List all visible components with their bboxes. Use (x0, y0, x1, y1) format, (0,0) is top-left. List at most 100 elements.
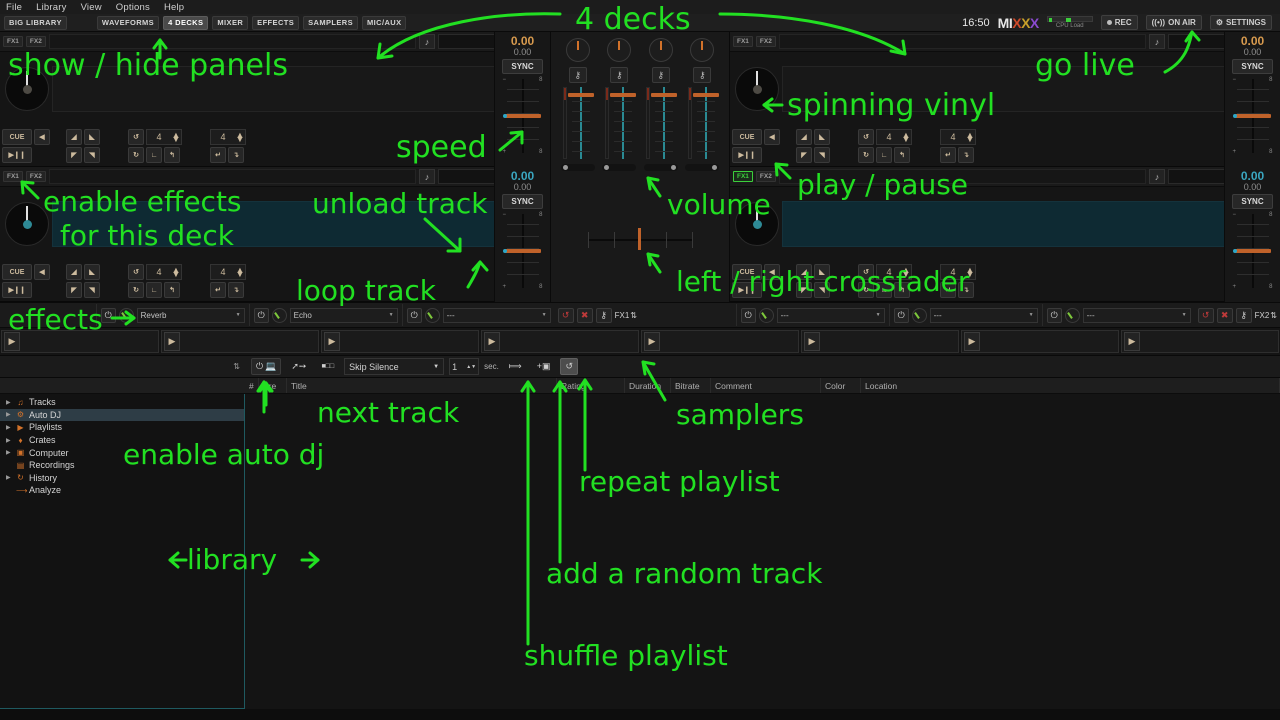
deck-3-outro-start-button[interactable]: ◤ (66, 282, 82, 298)
deck-4-reverse-button[interactable]: ◀ (764, 264, 780, 280)
fx1-slot-1-select[interactable]: Reverb ▼ (136, 307, 245, 323)
deck-4-outro-end-button[interactable]: ◥ (814, 282, 830, 298)
fx1-slot-2-select[interactable]: Echo ▼ (289, 307, 398, 323)
deck-4-waveform[interactable] (782, 201, 1229, 247)
sampler-1-play-icon[interactable]: ▶ (4, 332, 20, 351)
menu-item-library[interactable]: Library (36, 2, 66, 13)
deck-2-intro-start-button[interactable]: ◢ (796, 129, 812, 145)
column-header-rating[interactable]: Rating (557, 378, 625, 393)
deck-4-beatjump-stepper[interactable]: ▲ ▼ (965, 266, 975, 279)
deck-1-play-pause-button[interactable]: ▶❙❙ (2, 147, 32, 163)
sidebar-item-playlists[interactable]: ▶ ▶ Playlists (0, 421, 244, 434)
sampler-3-play-icon[interactable]: ▶ (324, 332, 340, 351)
deck-3-loop-out-button[interactable]: ∟ (146, 282, 162, 298)
deck-4-beatjump-fwd-button[interactable]: ↴ (958, 282, 974, 298)
menu-item-help[interactable]: Help (164, 2, 184, 13)
sampler-3[interactable]: ▶ (321, 330, 479, 353)
channel-4-volume-handle[interactable] (692, 93, 719, 97)
deck-4-loop-track-button[interactable]: ↺ (858, 264, 874, 280)
sampler-5-play-icon[interactable]: ▶ (644, 332, 660, 351)
sort-toggle-icon[interactable]: ⇅ (233, 362, 240, 371)
deck-3-fx2-button[interactable]: FX2 (25, 171, 46, 182)
deck-3-beatjump-size[interactable]: 4 ▲ ▼ (210, 264, 246, 280)
samplers-toggle[interactable]: SAMPLERS (303, 15, 359, 30)
deck-2-sync-button[interactable]: SYNC (1232, 59, 1273, 74)
deck-3-sync-button[interactable]: SYNC (502, 194, 543, 209)
deck-1-beatjump-stepper[interactable]: ▲ ▼ (235, 131, 245, 144)
channel-2-pan-slider[interactable] (602, 164, 637, 171)
column-header-duration[interactable]: Duration (625, 378, 671, 393)
sidebar-item-computer[interactable]: ▶ ▣ Computer (0, 446, 244, 459)
deck-4-fx1-button[interactable]: FX1 (733, 171, 753, 182)
deck-4-outro-start-button[interactable]: ◤ (796, 282, 812, 298)
big-library-button[interactable]: BIG LIBRARY (4, 15, 67, 30)
deck-4-loop-size[interactable]: 4 ▲ ▼ (876, 264, 912, 280)
channel-1-volume-handle[interactable] (568, 93, 595, 97)
deck-1-speed-fader[interactable]: 8 8 − + (501, 77, 545, 155)
deck-4-loop-in-button[interactable]: ↻ (858, 282, 874, 298)
fx2-slot-1-select[interactable]: --- ▼ (776, 307, 885, 323)
fx2-slot-3-select[interactable]: --- ▼ (1082, 307, 1191, 323)
deck-2-reloop-button[interactable]: ↰ (894, 147, 910, 163)
deck-4-speed-fader[interactable]: 8 8 − + (1231, 212, 1275, 290)
column-header-bitrate[interactable]: Bitrate (671, 378, 711, 393)
sidebar-item-history[interactable]: ▶ ↻ History (0, 472, 244, 485)
fx2-slot-3-knob[interactable] (1064, 307, 1080, 323)
deck-4-spinning-vinyl[interactable] (735, 202, 779, 246)
fx2-slot-1-power-icon[interactable]: ⏻ (740, 307, 756, 323)
fx1-slot-3-power-icon[interactable]: ⏻ (406, 307, 422, 323)
deck-2-loop-track-button[interactable]: ↺ (858, 129, 874, 145)
record-button[interactable]: REC (1100, 15, 1138, 30)
fx2-updown-icon[interactable]: ⇅ (1270, 311, 1277, 320)
channel-1-headphone-button[interactable]: ⚷ (568, 67, 587, 83)
deck-3-loop-in-button[interactable]: ↻ (128, 282, 144, 298)
expand-arrow-icon[interactable]: ▶ (6, 424, 12, 431)
expand-arrow-icon[interactable]: ▶ (6, 474, 12, 481)
fx2-label[interactable]: FX2 ⇅ (1255, 311, 1277, 320)
channel-1-volume-fader[interactable] (568, 87, 595, 159)
four-decks-toggle[interactable]: 4 DECKS (163, 15, 209, 30)
deck-4-loop-size-stepper[interactable]: ▲ ▼ (901, 266, 911, 279)
channel-3-headphone-button[interactable]: ⚷ (651, 67, 670, 83)
fx1-updown-icon[interactable]: ⇅ (630, 311, 637, 320)
deck-3-outro-end-button[interactable]: ◥ (84, 282, 100, 298)
column-header-number[interactable]: # (245, 378, 259, 393)
deck-1-loop-size[interactable]: 4 ▲ ▼ (146, 129, 182, 145)
deck-3-speed-handle[interactable] (502, 249, 541, 253)
deck-2-speed-fader[interactable]: 8 8 − + (1231, 77, 1275, 155)
expand-arrow-icon[interactable]: ▶ (6, 399, 12, 406)
deck-1-sync-button[interactable]: SYNC (502, 59, 543, 74)
deck-1-spinning-vinyl[interactable] (5, 67, 49, 111)
deck-2-loop-size[interactable]: 4 ▲ ▼ (876, 129, 912, 145)
fx2-slot-3-power-icon[interactable]: ⏻ (1046, 307, 1062, 323)
deck-3-play-pause-button[interactable]: ▶❙❙ (2, 282, 32, 298)
deck-1-outro-end-button[interactable]: ◥ (84, 147, 100, 163)
sampler-2-play-icon[interactable]: ▶ (164, 332, 180, 351)
fx1-crossfade-icon[interactable]: ✖ (576, 307, 593, 323)
sidebar-item-tracks[interactable]: ▶ ♫ Tracks (0, 396, 244, 409)
track-table[interactable] (245, 394, 1280, 709)
channel-3-pan-slider[interactable] (643, 164, 678, 171)
menu-item-view[interactable]: View (81, 2, 102, 13)
sampler-7[interactable]: ▶ (961, 330, 1119, 353)
deck-4-beatjump-size[interactable]: 4 ▲ ▼ (940, 264, 976, 280)
deck-2-cue-button[interactable]: CUE (732, 129, 762, 145)
spinner-arrows-icon[interactable]: ▲▼ (466, 364, 476, 369)
deck-4-speed-handle[interactable] (1232, 249, 1271, 253)
sampler-6[interactable]: ▶ (801, 330, 959, 353)
deck-3-loop-track-button[interactable]: ↺ (128, 264, 144, 280)
deck-3-cue-button[interactable]: CUE (2, 264, 32, 280)
fx2-slot-2-power-icon[interactable]: ⏻ (893, 307, 909, 323)
channel-4-headphone-button[interactable]: ⚷ (693, 67, 712, 83)
deck-1-key-icon[interactable]: ♪ (419, 34, 435, 49)
deck-2-loop-size-stepper[interactable]: ▲ ▼ (901, 131, 911, 144)
fx1-mix-mode-icon[interactable]: ↺ (557, 307, 574, 323)
deck-3-reloop-button[interactable]: ↰ (164, 282, 180, 298)
fx1-slot-1-power-icon[interactable]: ⏻ (100, 307, 116, 323)
deck-2-intro-end-button[interactable]: ◣ (814, 129, 830, 145)
deck-2-spinning-vinyl[interactable] (735, 67, 779, 111)
deck-3-key-icon[interactable]: ♪ (419, 169, 435, 184)
deck-1-intro-start-button[interactable]: ◢ (66, 129, 82, 145)
deck-4-sync-button[interactable]: SYNC (1232, 194, 1273, 209)
column-header-color[interactable]: Color (821, 378, 861, 393)
